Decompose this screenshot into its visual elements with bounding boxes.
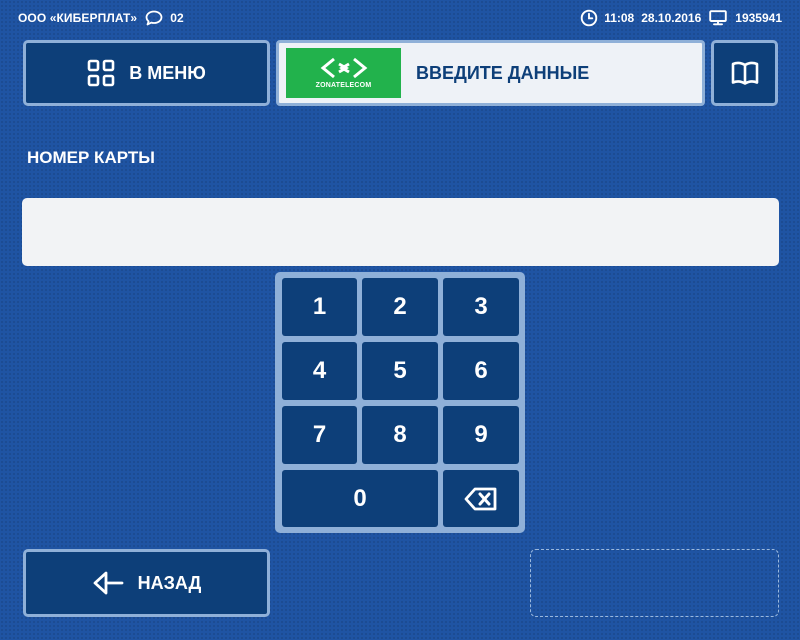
key-8[interactable]: 8 — [362, 406, 438, 464]
arrow-left-icon — [92, 570, 138, 596]
key-2[interactable]: 2 — [362, 278, 438, 336]
date-text: 28.10.2016 — [641, 11, 702, 25]
numeric-keypad: 1 2 3 4 5 6 7 8 9 0 — [275, 272, 525, 533]
clock-icon — [580, 9, 598, 27]
key-0[interactable]: 0 — [282, 470, 438, 527]
company-name: ООО «КИБЕРПЛАТ» — [18, 11, 138, 25]
status-bar-left: ООО «КИБЕРПЛАТ» 02 — [18, 9, 184, 27]
key-3[interactable]: 3 — [443, 278, 519, 336]
key-9[interactable]: 9 — [443, 406, 519, 464]
key-6[interactable]: 6 — [443, 342, 519, 400]
backspace-icon — [464, 487, 498, 511]
back-button[interactable]: НАЗАД — [23, 549, 270, 617]
link-chain-icon — [320, 57, 367, 79]
backspace-key[interactable] — [443, 470, 519, 527]
menu-button[interactable]: В МЕНЮ — [23, 40, 270, 106]
card-number-input[interactable] — [22, 198, 779, 266]
monitor-icon — [709, 10, 728, 26]
menu-button-label: В МЕНЮ — [129, 62, 206, 83]
key-4[interactable]: 4 — [282, 342, 357, 400]
messages-count: 02 — [170, 11, 184, 25]
provider-header: ZONATELECOM ВВЕДИТЕ ДАННЫЕ — [276, 40, 705, 106]
book-icon — [730, 60, 760, 86]
provider-logo: ZONATELECOM — [286, 48, 401, 98]
chat-bubble-icon — [145, 10, 163, 26]
key-1[interactable]: 1 — [282, 278, 357, 336]
back-button-label: НАЗАД — [137, 572, 202, 593]
next-button-placeholder — [530, 549, 779, 617]
status-bar-right: 11:08 28.10.2016 1935941 — [580, 9, 782, 27]
key-7[interactable]: 7 — [282, 406, 357, 464]
terminal-id: 1935941 — [735, 11, 782, 25]
catalog-button[interactable] — [711, 40, 778, 106]
time-text: 11:08 — [604, 11, 635, 25]
page-title: ВВЕДИТЕ ДАННЫЕ — [416, 62, 590, 83]
provider-logo-text: ZONATELECOM — [315, 82, 372, 89]
card-number-label: НОМЕР КАРТЫ — [27, 148, 155, 167]
grid-icon — [87, 59, 129, 87]
key-5[interactable]: 5 — [362, 342, 438, 400]
